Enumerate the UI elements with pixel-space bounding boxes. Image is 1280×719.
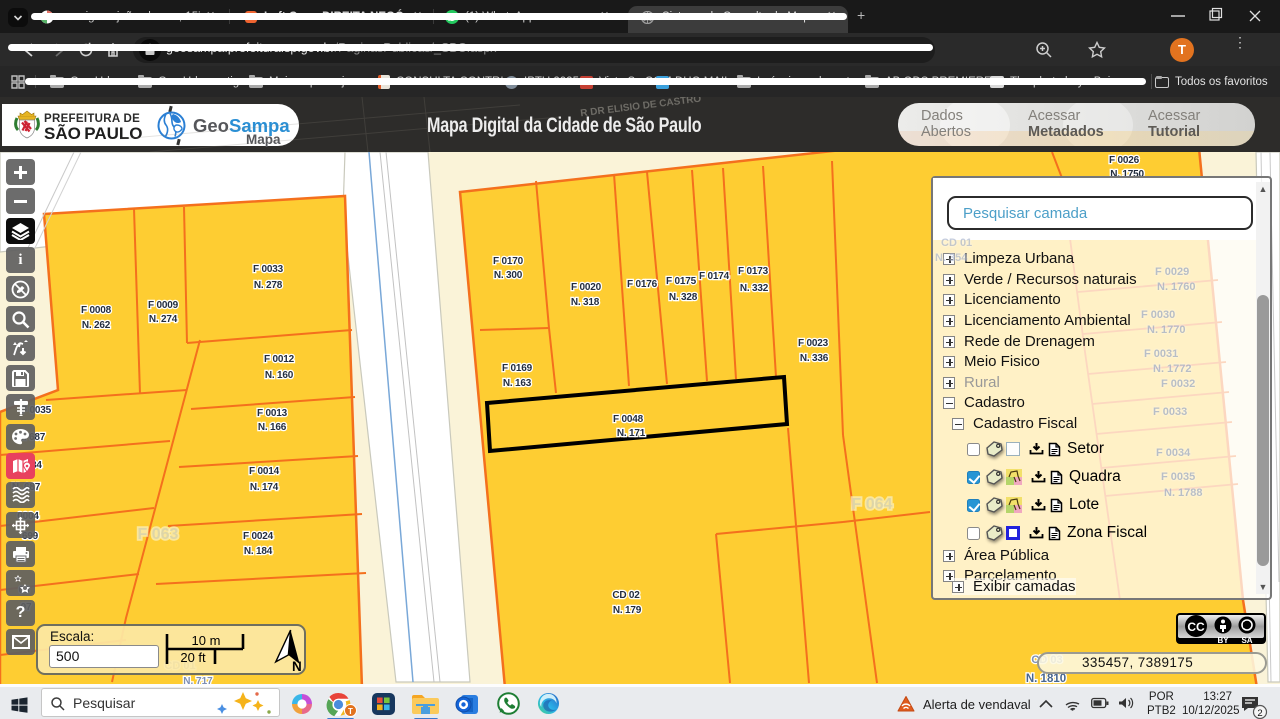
svg-text:N. 318: N. 318 <box>571 297 600 308</box>
svg-text:N. 160: N. 160 <box>265 370 294 381</box>
svg-text:N. 163: N. 163 <box>503 378 532 389</box>
svg-text:N. 328: N. 328 <box>669 292 698 303</box>
svg-text:N. 332: N. 332 <box>740 283 769 294</box>
svg-text:N. 300: N. 300 <box>494 270 523 281</box>
svg-text:N. 179: N. 179 <box>613 605 642 616</box>
svg-text:N. 174: N. 174 <box>250 482 279 493</box>
svg-text:F 0176: F 0176 <box>627 279 658 290</box>
svg-text:F 0170: F 0170 <box>493 256 524 267</box>
svg-text:N: N <box>292 659 302 674</box>
svg-text:N. 184: N. 184 <box>244 546 273 557</box>
svg-text:SA: SA <box>1241 636 1252 645</box>
svg-text:F 063: F 063 <box>138 526 179 543</box>
svg-text:N. 262: N. 262 <box>82 320 111 331</box>
svg-text:F 0012: F 0012 <box>264 354 295 365</box>
svg-text:F 0169: F 0169 <box>502 363 533 374</box>
svg-text:F 0026: F 0026 <box>1109 155 1140 166</box>
svg-text:F 0013: F 0013 <box>257 408 288 419</box>
svg-text:2: 2 <box>1257 708 1262 719</box>
svg-text:F 0174: F 0174 <box>699 271 730 282</box>
svg-text:F 0048: F 0048 <box>613 414 644 425</box>
svg-text:CC: CC <box>1187 620 1205 634</box>
svg-text:N. 166: N. 166 <box>258 422 287 433</box>
svg-text:F 0175: F 0175 <box>666 276 697 287</box>
svg-text:F 0014: F 0014 <box>249 466 280 477</box>
svg-text:F 0023: F 0023 <box>798 338 829 349</box>
svg-text:F 064: F 064 <box>852 496 893 513</box>
svg-text:N. 274: N. 274 <box>149 314 178 325</box>
svg-text:N. 1810: N. 1810 <box>1026 673 1066 684</box>
svg-text:F 0024: F 0024 <box>243 531 274 542</box>
svg-text:N. 171: N. 171 <box>617 428 646 439</box>
svg-text:F 0033: F 0033 <box>253 264 284 275</box>
svg-text:CD 02: CD 02 <box>612 590 640 601</box>
svg-text:F 0008: F 0008 <box>81 305 112 316</box>
svg-text:BY: BY <box>1217 636 1229 645</box>
svg-text:F 0009: F 0009 <box>148 300 179 311</box>
svg-text:F 0173: F 0173 <box>738 266 769 277</box>
svg-text:F 0020: F 0020 <box>571 282 602 293</box>
svg-text:N. 717: N. 717 <box>183 676 213 684</box>
svg-text:20 ft: 20 ft <box>180 650 206 665</box>
svg-text:N. 336: N. 336 <box>800 353 829 364</box>
svg-text:10 m: 10 m <box>192 633 221 648</box>
svg-text:N. 278: N. 278 <box>254 280 283 291</box>
